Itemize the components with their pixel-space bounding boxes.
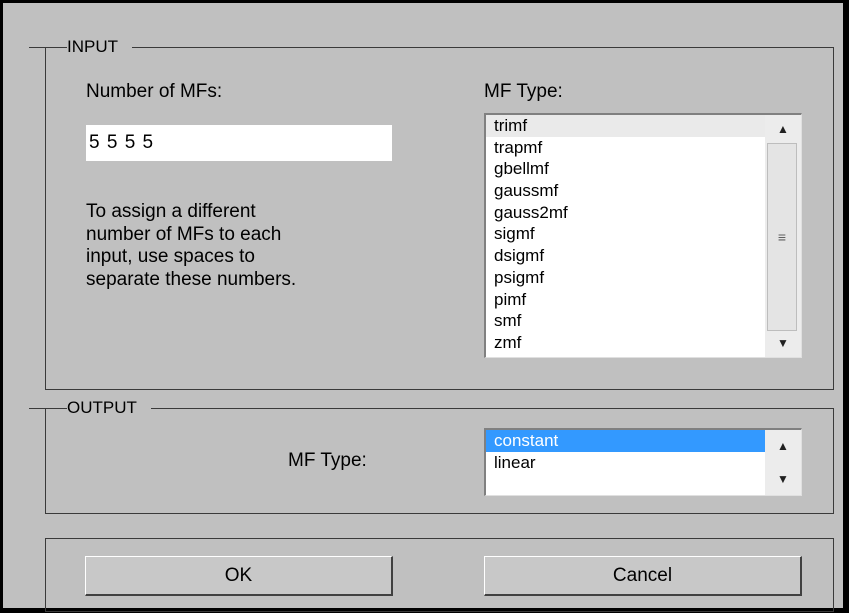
- up-arrow-icon[interactable]: ▲: [765, 430, 801, 462]
- input-mf-type-listbox[interactable]: trimf trapmf gbellmf gaussmf gauss2mf si…: [484, 113, 802, 358]
- scroll-thumb[interactable]: ≡: [767, 143, 797, 331]
- list-item-linear[interactable]: linear: [486, 452, 765, 474]
- output-group-legend: OUTPUT: [67, 398, 137, 417]
- input-mf-type-items: trimf trapmf gbellmf gaussmf gauss2mf si…: [486, 115, 765, 357]
- cancel-button[interactable]: Cancel: [484, 556, 802, 596]
- list-item-dsigmf[interactable]: dsigmf: [486, 245, 765, 267]
- list-item-trimf[interactable]: trimf: [486, 115, 765, 137]
- up-arrow-icon[interactable]: ▲: [765, 115, 801, 143]
- list-item-gaussmf[interactable]: gaussmf: [486, 180, 765, 202]
- dialog-window: INPUT Number of MFs: To assign a differe…: [3, 3, 843, 612]
- list-item-smf[interactable]: smf: [486, 310, 765, 332]
- output-mf-type-listbox[interactable]: constant linear ▲ ▼: [484, 428, 802, 496]
- list-item-gauss2mf[interactable]: gauss2mf: [486, 202, 765, 224]
- number-of-mfs-label: Number of MFs:: [86, 81, 223, 102]
- legend-line: [29, 47, 67, 49]
- down-arrow-icon[interactable]: ▼: [765, 463, 801, 495]
- output-group-legend-wrap: OUTPUT: [29, 397, 151, 419]
- list-item-psigmf[interactable]: psigmf: [486, 267, 765, 289]
- list-item-gbellmf[interactable]: gbellmf: [486, 158, 765, 180]
- ok-button[interactable]: OK: [85, 556, 393, 596]
- input-mf-type-label: MF Type:: [484, 81, 563, 102]
- number-of-mfs-input[interactable]: [86, 125, 392, 161]
- input-list-scrollbar[interactable]: ▲ ≡ ▼: [765, 115, 801, 357]
- list-item-constant[interactable]: constant: [486, 430, 765, 452]
- output-mf-type-items: constant linear: [486, 430, 765, 495]
- help-text: To assign a different number of MFs to e…: [86, 201, 297, 290]
- input-group-legend: INPUT: [67, 37, 118, 56]
- legend-line: [29, 408, 67, 410]
- down-arrow-icon[interactable]: ▼: [765, 329, 801, 357]
- list-item-sigmf[interactable]: sigmf: [486, 223, 765, 245]
- list-item-trapmf[interactable]: trapmf: [486, 137, 765, 159]
- grip-icon: ≡: [777, 229, 787, 245]
- output-mf-type-label: MF Type:: [288, 450, 367, 471]
- list-item-zmf[interactable]: zmf: [486, 332, 765, 354]
- input-group-legend-wrap: INPUT: [29, 36, 132, 58]
- list-item-pimf[interactable]: pimf: [486, 289, 765, 311]
- output-list-scrollbar[interactable]: ▲ ▼: [765, 430, 801, 495]
